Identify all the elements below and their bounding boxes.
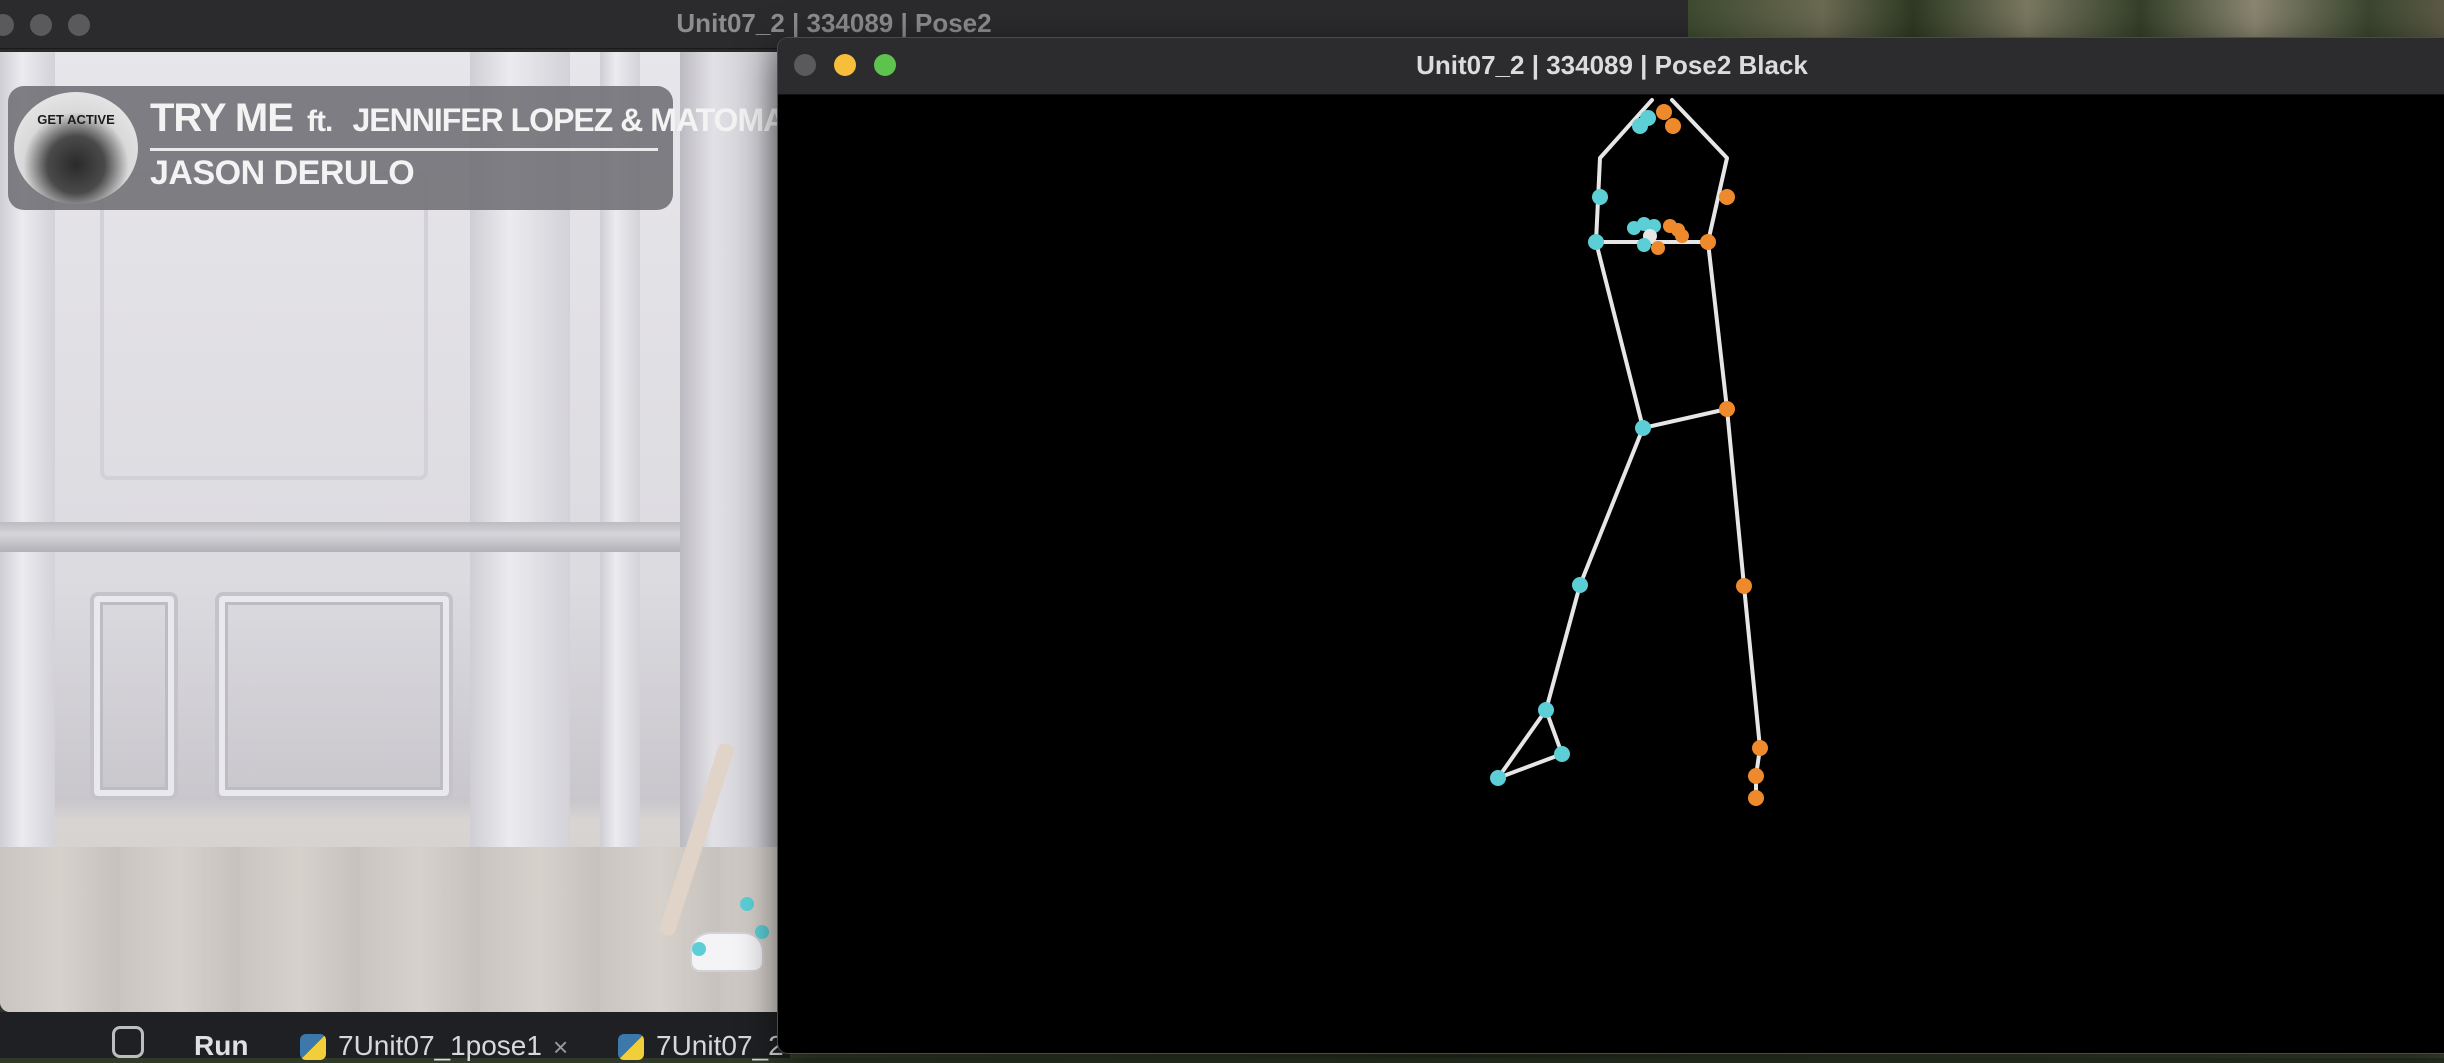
keypoint-ear-right (1665, 118, 1681, 134)
keypoint-left-hip (1635, 420, 1651, 436)
pose2-black-window-titlebar[interactable]: Unit07_2 | 334089 | Pose2 Black (778, 38, 2444, 95)
featuring-artists: JENNIFER LOPEZ & MATOMA (352, 102, 786, 138)
keypoint-right-shoulder (1700, 234, 1716, 250)
bone-right-torso (1706, 240, 1729, 411)
window-title: Unit07_2 | 334089 | Pose2 Black (1416, 50, 1808, 80)
song-title: TRY ME ft. JENNIFER LOPEZ & MATOMA (150, 96, 786, 141)
video-frame: GET ACTIVE TRY ME ft. JENNIFER LOPEZ & M… (0, 52, 790, 1012)
keypoint-right-hip (1719, 401, 1735, 417)
featuring-prefix: ft. (307, 105, 333, 138)
keypoint-face (1675, 229, 1689, 243)
desktop-background (1686, 0, 2444, 40)
bone-right-arm (1670, 98, 1729, 244)
bone-left-foot (1496, 708, 1564, 780)
run-tab-label[interactable]: Run (194, 1030, 248, 1062)
keypoint-left-shoulder (1588, 234, 1604, 250)
keypoint-right-toe (1748, 790, 1764, 806)
run-tool-icon[interactable] (112, 1026, 144, 1058)
wall-panel (100, 172, 428, 480)
banner-divider (150, 148, 658, 151)
song-name: TRY ME (150, 96, 294, 140)
wall-chair-rail (0, 522, 790, 552)
keypoint-right-heel (1748, 768, 1764, 784)
pose2-black-window[interactable]: Unit07_2 | 334089 | Pose2 Black (778, 38, 2444, 1053)
skeleton-bones (1496, 98, 1762, 800)
bone-left-torso (1594, 240, 1645, 430)
keypoint-marker (740, 897, 754, 911)
keypoint-face (1651, 241, 1665, 255)
song-banner: GET ACTIVE TRY ME ft. JENNIFER LOPEZ & M… (8, 86, 786, 210)
python-file-icon (618, 1034, 644, 1060)
keypoint-left-toe (1490, 770, 1506, 786)
keypoint-right-ankle (1752, 740, 1768, 756)
keypoint-ear-left (1632, 118, 1648, 134)
logo-text: GET ACTIVE (37, 112, 115, 127)
keypoint-right-knee (1736, 578, 1752, 594)
keypoint-right-elbow (1719, 189, 1735, 205)
wall-panel (215, 592, 453, 800)
keypoint-left-ankle (1538, 702, 1554, 718)
pose-skeleton-canvas (1490, 98, 1768, 806)
close-tab-icon[interactable]: × (553, 1032, 568, 1063)
bone-hips (1641, 407, 1729, 430)
keypoint-head-right (1656, 104, 1672, 120)
keypoint-face (1637, 238, 1651, 252)
artist-name: JASON DERULO (150, 154, 415, 192)
keypoint-marker (692, 942, 706, 956)
keypoint-left-heel (1554, 746, 1570, 762)
bone-left-leg (1544, 426, 1645, 712)
keypoint-left-knee (1572, 577, 1588, 593)
run-tab[interactable]: 7Unit07_1pose1 (338, 1030, 542, 1062)
wall-panel (90, 592, 178, 800)
keypoint-marker (755, 925, 769, 939)
bone-right-leg (1725, 407, 1762, 800)
channel-logo: GET ACTIVE (14, 92, 138, 204)
python-file-icon (300, 1034, 326, 1060)
door (680, 52, 790, 847)
keypoint-left-elbow (1592, 189, 1608, 205)
keypoints (1490, 104, 1768, 806)
run-tab[interactable]: 7Unit07_2 (656, 1030, 784, 1062)
